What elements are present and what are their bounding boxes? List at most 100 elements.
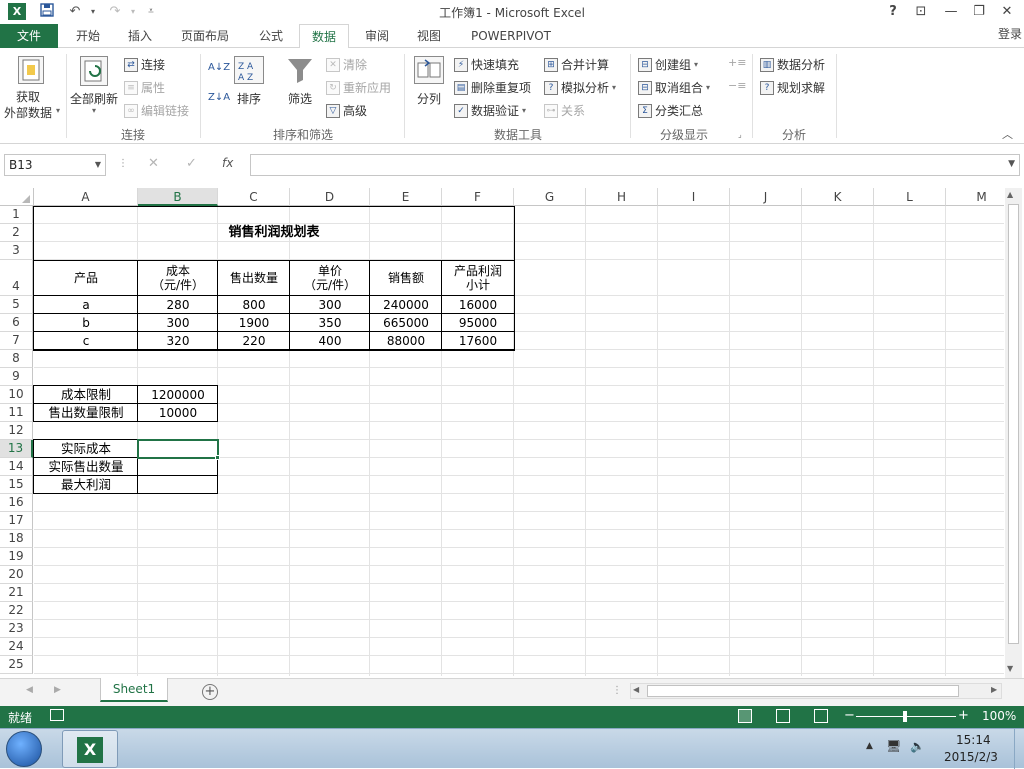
- table-cell[interactable]: 300: [138, 314, 218, 332]
- text-to-columns-button[interactable]: 分列: [417, 90, 441, 107]
- hide-detail-icon[interactable]: −≡: [728, 79, 746, 92]
- column-header-k[interactable]: K: [802, 188, 874, 206]
- table-cell[interactable]: c: [34, 332, 138, 350]
- tab-view[interactable]: 视图: [408, 24, 450, 48]
- properties-button[interactable]: ≡ 属性: [124, 79, 165, 96]
- help-button[interactable]: ?: [882, 2, 904, 22]
- get-external-data-label-1[interactable]: 获取: [16, 88, 40, 105]
- row-header-20[interactable]: 20: [0, 566, 33, 584]
- splitter-handle-icon[interactable]: ⋮: [612, 685, 622, 696]
- results-value[interactable]: [138, 476, 218, 494]
- table-cell[interactable]: 16000: [442, 296, 514, 314]
- vertical-scrollbar[interactable]: ▲ ▼: [1005, 188, 1022, 678]
- data-validation-button[interactable]: ✓ 数据验证 ▾: [454, 102, 526, 119]
- table-cell[interactable]: b: [34, 314, 138, 332]
- zoom-slider-thumb[interactable]: [903, 711, 907, 722]
- table-cell[interactable]: 88000: [370, 332, 442, 350]
- results-label[interactable]: 实际售出数量: [34, 458, 138, 476]
- solver-button[interactable]: ? 规划求解: [760, 79, 825, 96]
- column-header-h[interactable]: H: [586, 188, 658, 206]
- table-cell[interactable]: 280: [138, 296, 218, 314]
- column-header-j[interactable]: J: [730, 188, 802, 206]
- flash-fill-button[interactable]: ⚡ 快速填充: [454, 56, 519, 73]
- scroll-down-icon[interactable]: ▼: [1007, 664, 1013, 673]
- sheet-tab-sheet1[interactable]: Sheet1: [100, 678, 168, 702]
- subtotal-button[interactable]: Σ 分类汇总: [638, 102, 703, 119]
- table-cell[interactable]: 350: [290, 314, 370, 332]
- header-sales[interactable]: 销售额: [370, 260, 442, 296]
- table-cell[interactable]: a: [34, 296, 138, 314]
- add-sheet-button[interactable]: +: [202, 684, 218, 700]
- remove-duplicates-button[interactable]: ▤ 删除重复项: [454, 79, 531, 96]
- table-cell[interactable]: 300: [290, 296, 370, 314]
- show-desktop-button[interactable]: [1014, 729, 1024, 769]
- sort-ascending-icon[interactable]: A↓Z: [208, 62, 230, 73]
- limits-value[interactable]: 10000: [138, 404, 218, 422]
- ungroup-button[interactable]: ⊟ 取消组合 ▾: [638, 79, 710, 96]
- row-header-1[interactable]: 1: [0, 206, 33, 224]
- edit-links-button[interactable]: ∞ 编辑链接: [124, 102, 189, 119]
- dialog-launcher-icon[interactable]: ⌟: [738, 130, 742, 139]
- row-header-13[interactable]: 13: [0, 440, 33, 458]
- column-header-a[interactable]: A: [34, 188, 138, 206]
- table-cell[interactable]: 240000: [370, 296, 442, 314]
- table-cell[interactable]: 220: [218, 332, 290, 350]
- column-header-i[interactable]: I: [658, 188, 730, 206]
- refresh-all-button[interactable]: 全部刷新: [70, 90, 118, 107]
- zoom-in-icon[interactable]: +: [958, 708, 969, 723]
- row-header-3[interactable]: 3: [0, 242, 33, 260]
- select-all-corner[interactable]: [0, 188, 34, 206]
- row-header-24[interactable]: 24: [0, 638, 33, 656]
- macro-record-icon[interactable]: [50, 709, 64, 721]
- sort-button[interactable]: 排序: [237, 90, 261, 107]
- group-button[interactable]: ⊟ 创建组 ▾: [638, 56, 698, 73]
- next-sheet-icon[interactable]: ▶: [54, 685, 61, 695]
- insert-function-icon[interactable]: fx: [222, 156, 233, 170]
- row-header-18[interactable]: 18: [0, 530, 33, 548]
- limits-label[interactable]: 售出数量限制: [34, 404, 138, 422]
- sign-in-link[interactable]: 登录: [998, 24, 1022, 44]
- minimize-button[interactable]: —: [940, 2, 962, 22]
- zoom-level[interactable]: 100%: [982, 709, 1016, 723]
- cancel-icon[interactable]: ✕: [148, 156, 159, 171]
- row-header-6[interactable]: 6: [0, 314, 33, 332]
- taskbar-excel-button[interactable]: X: [62, 730, 118, 768]
- row-header-5[interactable]: 5: [0, 296, 33, 314]
- filter-button[interactable]: 筛选: [288, 90, 312, 107]
- chevron-down-icon[interactable]: ▾: [56, 106, 60, 115]
- column-header-g[interactable]: G: [514, 188, 586, 206]
- row-header-14[interactable]: 14: [0, 458, 33, 476]
- column-header-b[interactable]: B: [138, 188, 218, 206]
- show-detail-icon[interactable]: +≡: [728, 56, 746, 69]
- column-header-d[interactable]: D: [290, 188, 370, 206]
- row-header-15[interactable]: 15: [0, 476, 33, 494]
- column-header-e[interactable]: E: [370, 188, 442, 206]
- chevron-down-icon[interactable]: ▾: [92, 106, 96, 115]
- row-header-11[interactable]: 11: [0, 404, 33, 422]
- ribbon-display-options-button[interactable]: ⊡: [910, 2, 932, 22]
- table-cell[interactable]: 1900: [218, 314, 290, 332]
- table-cell[interactable]: 320: [138, 332, 218, 350]
- restore-button[interactable]: ❐: [968, 2, 990, 22]
- row-header-8[interactable]: 8: [0, 350, 33, 368]
- tab-insert[interactable]: 插入: [118, 24, 162, 48]
- header-profit[interactable]: 产品利润 小计: [442, 260, 514, 296]
- row-header-10[interactable]: 10: [0, 386, 33, 404]
- clock-date[interactable]: 2015/2/3: [944, 750, 998, 764]
- tab-formulas[interactable]: 公式: [250, 24, 292, 48]
- column-header-l[interactable]: L: [874, 188, 946, 206]
- horizontal-scroll-thumb[interactable]: [647, 685, 959, 697]
- row-header-12[interactable]: 12: [0, 422, 33, 440]
- close-button[interactable]: ✕: [996, 2, 1018, 22]
- results-label[interactable]: 实际成本: [34, 440, 138, 458]
- results-label[interactable]: 最大利润: [34, 476, 138, 494]
- row-header-9[interactable]: 9: [0, 368, 33, 386]
- zoom-out-icon[interactable]: −: [844, 708, 855, 723]
- header-product[interactable]: 产品: [34, 260, 138, 296]
- table-cell[interactable]: 665000: [370, 314, 442, 332]
- table-cell[interactable]: 17600: [442, 332, 514, 350]
- row-header-2[interactable]: 2: [0, 224, 33, 242]
- data-analysis-button[interactable]: ▥ 数据分析: [760, 56, 825, 73]
- relationships-button[interactable]: ⊶ 关系: [544, 102, 585, 119]
- header-qty[interactable]: 售出数量: [218, 260, 290, 296]
